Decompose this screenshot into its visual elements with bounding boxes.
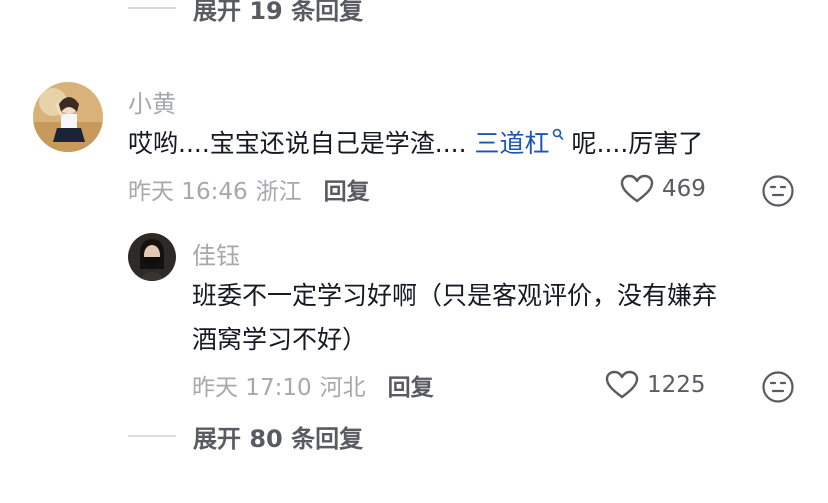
like-count: 469 <box>662 176 706 202</box>
expand-replies-label: 展开 80 条回复 <box>193 424 364 453</box>
heart-icon <box>620 174 654 203</box>
emoji-icon <box>762 371 794 403</box>
reply-location: 河北 <box>319 375 366 401</box>
comment-text-after: 呢....厉害了 <box>563 129 704 158</box>
comment-text-before: 哎哟....宝宝还说自己是学渣.... <box>128 129 475 158</box>
avatar-image <box>128 233 176 281</box>
expand-replies-top[interactable]: 展开 19 条回复 <box>128 0 363 26</box>
search-link-text: 三道杠 <box>474 129 550 158</box>
reply-time: 昨天 17:10 <box>192 375 312 401</box>
comment-location: 浙江 <box>255 179 302 205</box>
heart-icon <box>605 370 639 399</box>
search-icon <box>552 128 563 140</box>
comment-meta: 昨天 16:46 浙江 回复 <box>128 173 370 205</box>
like-count: 1225 <box>647 372 706 398</box>
divider-line <box>128 435 176 437</box>
avatar-image <box>33 82 103 152</box>
emoji-reaction-button[interactable] <box>761 370 795 404</box>
expand-replies-label: 展开 19 条回复 <box>193 0 364 25</box>
reply-button[interactable]: 回复 <box>388 368 434 402</box>
comment-text: 哎哟....宝宝还说自己是学渣.... 三道杠 呢....厉害了 <box>128 122 703 166</box>
like-button[interactable]: 1225 <box>605 368 706 402</box>
comment-username[interactable]: 小黄 <box>128 84 176 119</box>
comment-time: 昨天 16:46 <box>128 179 248 205</box>
expand-replies-bottom[interactable]: 展开 80 条回复 <box>128 418 363 454</box>
reply-button[interactable]: 回复 <box>324 172 370 206</box>
reply-avatar[interactable] <box>128 233 176 281</box>
reply-username[interactable]: 佳钰 <box>192 236 240 271</box>
reply-text-line1: 班委不一定学习好啊（只是客观评价，没有嫌弃 <box>192 281 718 310</box>
avatar[interactable] <box>33 82 103 152</box>
reply-text-line2: 酒窝学习不好） <box>192 325 368 354</box>
reply-meta: 昨天 17:10 河北 回复 <box>192 369 434 401</box>
emoji-reaction-button[interactable] <box>761 174 795 208</box>
like-button[interactable]: 469 <box>620 172 706 206</box>
emoji-icon <box>762 175 794 207</box>
search-link[interactable]: 三道杠 <box>474 128 564 158</box>
divider-line <box>128 7 176 9</box>
